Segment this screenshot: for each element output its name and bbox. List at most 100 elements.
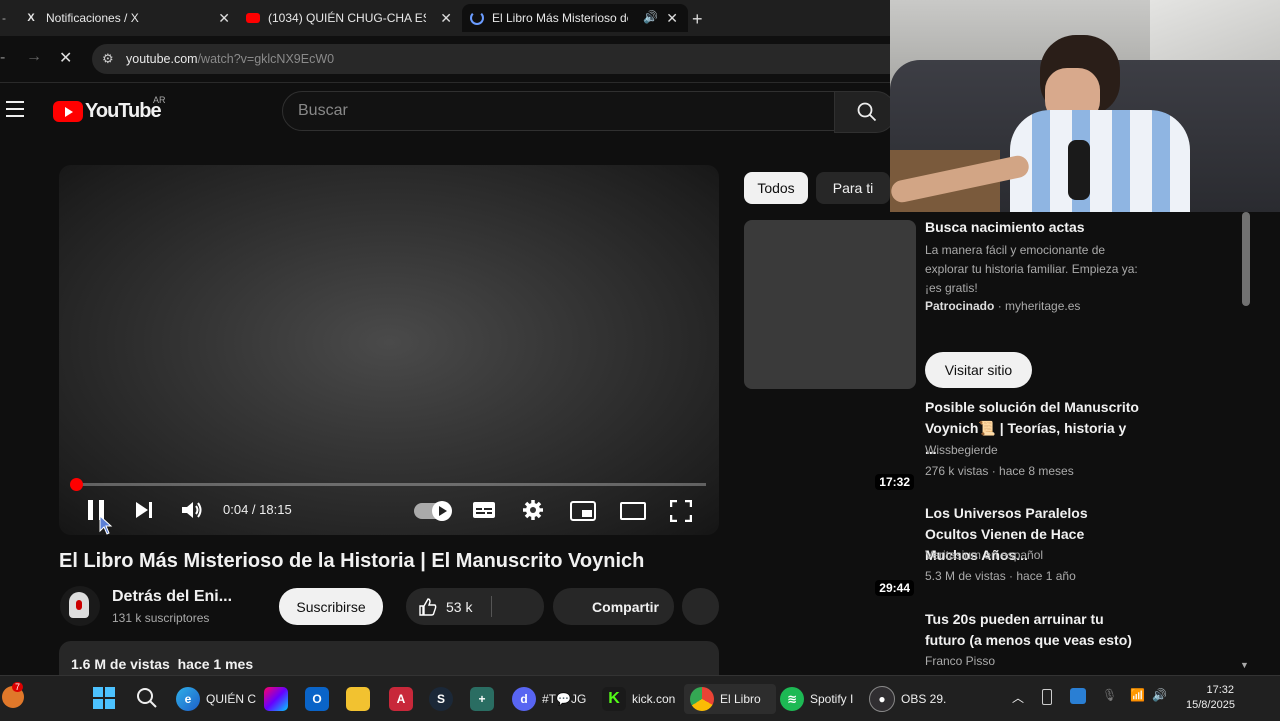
clock-date: 15/8/2025	[1186, 699, 1235, 711]
usb-icon[interactable]	[1042, 689, 1052, 705]
ad-title[interactable]: Busca nacimiento actas	[925, 217, 1085, 238]
tab-el-libro[interactable]: El Libro Más Misterioso de l 🔊 ✕	[462, 4, 688, 32]
app-red-icon: A	[389, 687, 413, 711]
visit-site-button[interactable]: Visitar sitio	[925, 352, 1032, 388]
taskbar-obs[interactable]: ● OBS 29.	[869, 684, 946, 714]
subtitles-icon[interactable]	[472, 501, 496, 519]
rec-channel[interactable]: Franco Pisso	[925, 652, 995, 670]
microphone-icon[interactable]: 🎙	[1102, 688, 1117, 702]
search-button[interactable]	[834, 91, 896, 133]
notification-badge: 7	[12, 682, 24, 692]
wifi-icon[interactable]: 📶	[1130, 688, 1145, 702]
taskbar-file-explorer[interactable]	[346, 684, 376, 714]
thumbs-up-icon	[419, 597, 437, 616]
outlook-icon: O	[305, 687, 329, 711]
search-input[interactable]: Buscar	[282, 91, 836, 131]
back-button[interactable]: -	[0, 49, 5, 67]
theater-mode-icon[interactable]	[620, 502, 646, 520]
speaker-icon[interactable]: 🔊	[1152, 688, 1167, 702]
address-bar[interactable]: ⚙ youtube.com/watch?v=gklcNX9EcW0	[92, 44, 892, 74]
forward-button[interactable]: →	[26, 48, 42, 66]
youtube-favicon-icon	[246, 11, 260, 25]
notification-icon[interactable]: 7	[2, 682, 24, 708]
fullscreen-icon[interactable]	[670, 500, 692, 522]
like-count: 53 k	[446, 598, 473, 615]
taskbar-discord[interactable]: d #T💬JG	[512, 684, 586, 714]
share-button[interactable]: Compartir	[553, 588, 674, 625]
settings-gear-icon[interactable]	[522, 499, 544, 521]
like-dislike-group: 53 k	[406, 588, 544, 625]
subscribe-button[interactable]: Suscribirse	[279, 588, 383, 625]
dislike-button[interactable]	[492, 588, 544, 625]
close-tab-icon[interactable]: ✕	[666, 10, 678, 27]
taskbar-edge[interactable]: e QUIÉN C	[176, 684, 256, 714]
taskbar-chrome[interactable]: El Libro	[684, 684, 776, 714]
rec-channel[interactable]: Wissbegierde	[925, 441, 998, 459]
webcam-overlay	[890, 0, 1280, 212]
person-shirt	[1010, 110, 1190, 212]
progress-bar[interactable]	[74, 483, 706, 486]
chip-todos[interactable]: Todos	[744, 172, 808, 204]
volume-icon[interactable]	[180, 500, 204, 520]
more-actions-button[interactable]	[682, 588, 719, 625]
chevron-up-icon[interactable]: ︿	[1012, 689, 1024, 706]
tab-x-notifications[interactable]: X Notificaciones / X ✕	[24, 4, 230, 32]
taskbar-copilot[interactable]	[264, 684, 294, 714]
kick-icon: K	[602, 687, 626, 711]
duration-badge: 29:44	[875, 580, 914, 596]
scroll-down-arrow[interactable]: ▼	[1240, 660, 1249, 670]
scrollbar-thumb[interactable]	[1242, 212, 1250, 306]
autoplay-toggle[interactable]	[414, 501, 452, 521]
rec-meta: 276 k vistas · hace 8 meses	[925, 464, 1074, 478]
tab-audio-icon[interactable]: 🔊	[643, 10, 658, 24]
ad-description: La manera fácil y emocionante de explora…	[925, 243, 1138, 295]
taskbar-spotify[interactable]: ≋ Spotify I	[780, 684, 853, 714]
video-thumbnail[interactable]: 29:44	[744, 504, 916, 600]
youtube-logo-text[interactable]: YouTube	[85, 100, 162, 123]
channel-avatar[interactable]	[60, 586, 100, 626]
tab-youtube-chugcha[interactable]: (1034) QUIÉN CHUG-CHA ES PA ✕	[246, 4, 452, 32]
new-tab-button[interactable]: +	[692, 9, 703, 30]
ad-thumbnail[interactable]	[744, 220, 916, 389]
stop-loading-button[interactable]: ✕	[59, 48, 72, 68]
video-thumbnail[interactable]: 17:32	[744, 398, 916, 494]
ad-sponsored-label: Patrocinado	[925, 299, 995, 313]
video-stats: 1.6 M de vistas hace 1 mes	[71, 656, 254, 672]
like-button[interactable]: 53 k	[406, 588, 491, 625]
taskbar-app-red[interactable]: A	[389, 684, 419, 714]
tab-overflow[interactable]: -	[2, 4, 8, 32]
obs-icon: ●	[869, 686, 895, 712]
taskbar-kick[interactable]: K kick.con	[602, 684, 675, 714]
chip-para-ti[interactable]: Para ti	[816, 172, 890, 204]
next-button[interactable]	[134, 501, 154, 519]
country-code: AR	[153, 95, 166, 105]
taskbar-outlook[interactable]: O	[305, 684, 335, 714]
app-icon: +	[470, 687, 494, 711]
clock[interactable]: 17:32 15/8/2025	[1186, 683, 1235, 713]
subscribe-label: Suscribirse	[296, 598, 366, 615]
rec-channel[interactable]: Veritasium en español	[925, 546, 1043, 564]
video-player[interactable]: 0:04 / 18:15	[59, 165, 719, 535]
rec-video-title[interactable]: Tus 20s pueden arruinar tu futuro (a men…	[925, 609, 1140, 651]
rec-meta: 5.3 M de vistas · hace 1 año	[925, 569, 1076, 583]
video-title: El Libro Más Misterioso de la Historia |…	[59, 550, 645, 572]
url-host: youtube.com	[126, 52, 198, 66]
windows-start-icon[interactable]	[93, 687, 115, 709]
browser-toolbar: - → ✕ ⚙ youtube.com/watch?v=gklcNX9EcW0	[0, 36, 892, 83]
close-tab-icon[interactable]: ✕	[440, 10, 452, 27]
youtube-logo-icon[interactable]	[53, 101, 83, 122]
search-icon[interactable]	[136, 687, 158, 709]
browser-tab-strip: - X Notificaciones / X ✕ (1034) QUIÉN CH…	[0, 0, 890, 36]
folder-icon	[346, 687, 370, 711]
duration-badge: 17:32	[875, 474, 914, 490]
scrubber-handle[interactable]	[70, 478, 84, 491]
taskbar-app-2[interactable]: +	[470, 684, 500, 714]
site-settings-icon[interactable]: ⚙	[102, 51, 114, 67]
close-tab-icon[interactable]: ✕	[218, 10, 230, 27]
time-display: 0:04 / 18:15	[223, 502, 292, 517]
taskbar-steam[interactable]: S	[429, 684, 459, 714]
menu-icon[interactable]	[6, 101, 24, 117]
channel-name[interactable]: Detrás del Eni...	[112, 588, 232, 606]
security-shield-icon[interactable]	[1070, 688, 1086, 704]
miniplayer-icon[interactable]	[570, 501, 596, 521]
